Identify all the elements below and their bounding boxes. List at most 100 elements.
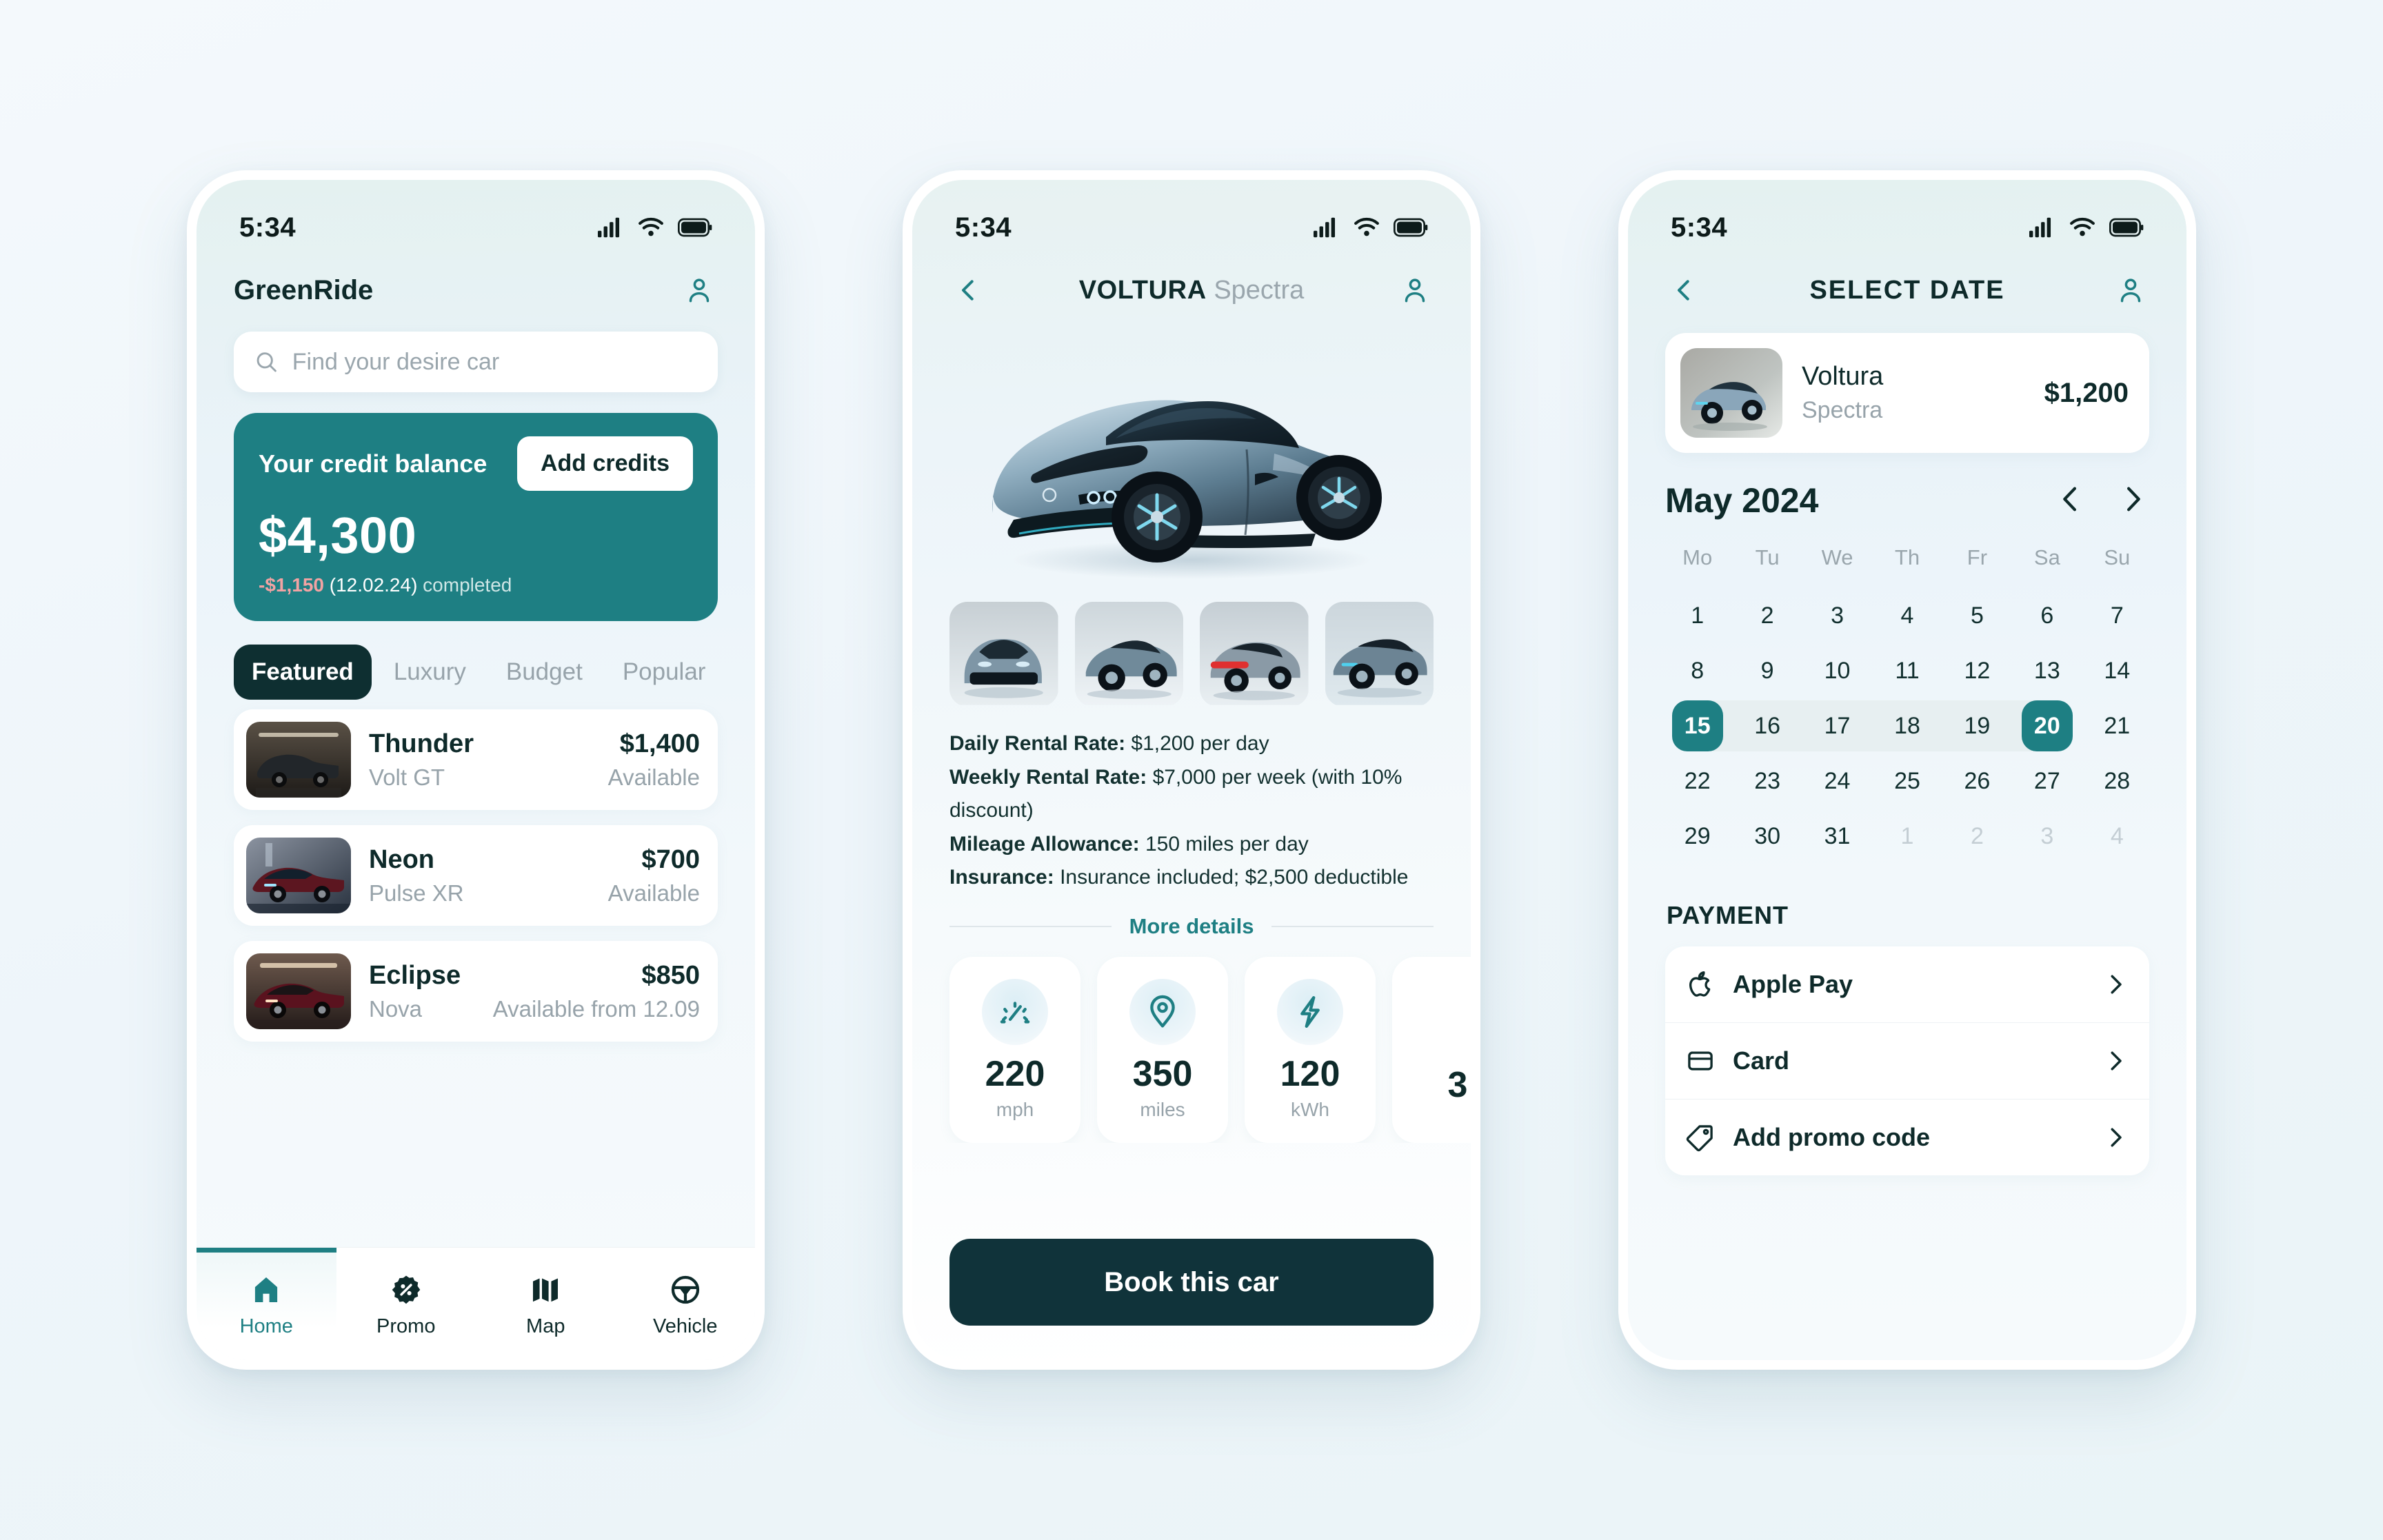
calendar-day[interactable]: 27 — [2012, 753, 2082, 809]
calendar-week-row: 8 9 10 11 12 13 14 — [1662, 643, 2152, 698]
calendar-day[interactable]: 16 — [1732, 698, 1803, 753]
dow-sa: Sa — [2033, 545, 2060, 569]
nav-item-vehicle[interactable]: Vehicle — [616, 1248, 756, 1360]
calendar-day[interactable]: 17 — [1802, 698, 1873, 753]
screen-select-date: 5:34 SELECT DATE Voltura Spectra $1,200 … — [1628, 180, 2186, 1360]
calendar-day[interactable]: 3 — [1802, 588, 1872, 643]
signal-bars-icon — [598, 217, 620, 238]
calendar-prev-button[interactable] — [2054, 483, 2086, 518]
screen-home: 5:34 GreenRide Find your desire car Your… — [197, 180, 755, 1360]
spec-cards: 220 mph 350 miles 120 kWh 3 — [912, 939, 1471, 1143]
detail-label: Daily Rental Rate: — [949, 732, 1126, 755]
car-model-title: Spectra — [1214, 275, 1305, 305]
gallery-thumb-side[interactable] — [1325, 602, 1434, 707]
signal-bars-icon — [2029, 217, 2051, 238]
calendar-day[interactable]: 14 — [2082, 643, 2152, 698]
car-model: Volt GT — [369, 764, 445, 790]
calendar-day[interactable]: 30 — [1732, 809, 1802, 864]
phone-select-date: 5:34 SELECT DATE Voltura Spectra $1,200 … — [1618, 170, 2196, 1370]
calendar-day[interactable]: 6 — [2012, 588, 2082, 643]
car-thumbnail — [246, 722, 351, 798]
calendar-day[interactable]: 1 — [1662, 588, 1732, 643]
calendar-day[interactable]: 4 — [1872, 588, 1942, 643]
calendar-day[interactable]: 19 — [1942, 698, 2013, 753]
list-item[interactable]: Neon $700 Pulse XR Available — [234, 825, 718, 926]
calendar-day[interactable]: 13 — [2012, 643, 2082, 698]
tab-popular[interactable]: Popular — [605, 645, 724, 700]
profile-button[interactable] — [1396, 272, 1434, 309]
calendar-day-next-month[interactable]: 3 — [2012, 809, 2082, 864]
chevron-right-icon — [2111, 1128, 2122, 1147]
calendar-day-selected-start[interactable]: 15 — [1662, 698, 1733, 753]
detail-value: Insurance included; $2,500 deductible — [1060, 866, 1409, 889]
search-input[interactable] — [292, 348, 697, 376]
book-this-car-button[interactable]: Book this car — [949, 1239, 1434, 1326]
calendar-day[interactable]: 21 — [2082, 698, 2152, 753]
list-item[interactable]: Eclipse $850 Nova Available from 12.09 — [234, 941, 718, 1042]
divider-line-right — [1271, 925, 1434, 927]
calendar-day[interactable]: 25 — [1872, 753, 1942, 809]
nav-label: Map — [526, 1315, 565, 1337]
battery-icon — [2109, 218, 2144, 237]
summary-car-name: Voltura — [1802, 362, 1884, 391]
calendar-day[interactable]: 29 — [1662, 809, 1732, 864]
calendar-day[interactable]: 9 — [1732, 643, 1802, 698]
calendar-day[interactable]: 5 — [1942, 588, 2012, 643]
list-item[interactable]: Thunder $1,400 Volt GT Available — [234, 709, 718, 810]
tab-featured[interactable]: Featured — [234, 645, 372, 700]
calendar-day[interactable]: 24 — [1802, 753, 1872, 809]
back-button[interactable] — [949, 272, 987, 309]
nav-item-promo[interactable]: Promo — [336, 1248, 476, 1360]
calendar-day[interactable]: 7 — [2082, 588, 2152, 643]
calendar-day[interactable]: 26 — [1942, 753, 2012, 809]
category-tabs: Featured Luxury Budget Popular — [197, 621, 755, 700]
calendar-day[interactable]: 31 — [1802, 809, 1872, 864]
tab-budget[interactable]: Budget — [488, 645, 601, 700]
spec-card-partial: 3 — [1392, 956, 1471, 1143]
payment-option-apple-pay[interactable]: Apple Pay — [1665, 946, 2149, 1023]
calendar-day[interactable]: 2 — [1732, 588, 1802, 643]
calendar-day[interactable]: 18 — [1872, 698, 1943, 753]
status-icons — [598, 217, 712, 238]
gallery-thumb-front[interactable] — [949, 602, 1058, 707]
calendar-header: May 2024 — [1628, 453, 2186, 520]
calendar-grid: Mo Tu We Th Fr Sa Su 1 2 3 4 5 6 7 8 9 1… — [1628, 520, 2186, 864]
tab-luxury[interactable]: Luxury — [376, 645, 484, 700]
nav-item-map[interactable]: Map — [476, 1248, 616, 1360]
credit-transaction: -$1,150 (12.02.24) completed — [259, 574, 693, 596]
more-details-link[interactable]: More details — [1129, 914, 1254, 939]
calendar-day[interactable]: 8 — [1662, 643, 1732, 698]
calendar-day[interactable]: 28 — [2082, 753, 2152, 809]
back-button[interactable] — [1665, 272, 1702, 309]
spec-value: 120 — [1280, 1053, 1340, 1094]
nav-label: Vehicle — [652, 1315, 718, 1337]
car-side-thumb-image — [1325, 602, 1434, 705]
calendar-day-next-month[interactable]: 2 — [1942, 809, 2012, 864]
spec-card-top-speed: 220 mph — [949, 956, 1080, 1143]
detail-value: $1,200 per day — [1131, 732, 1269, 755]
calendar-next-button[interactable] — [2118, 483, 2149, 518]
nav-item-home[interactable]: Home — [197, 1248, 336, 1360]
calendar-day-next-month[interactable]: 4 — [2082, 809, 2152, 864]
dow-su: Su — [2104, 545, 2131, 569]
calendar-day-selected-end[interactable]: 20 — [2012, 698, 2082, 753]
calendar-day[interactable]: 12 — [1942, 643, 2012, 698]
calendar-day[interactable]: 10 — [1802, 643, 1872, 698]
calendar-day[interactable]: 23 — [1732, 753, 1802, 809]
calendar-day-next-month[interactable]: 1 — [1872, 809, 1942, 864]
car-price: $850 — [641, 960, 700, 990]
add-credits-button[interactable]: Add credits — [516, 436, 693, 491]
payment-option-card[interactable]: Card — [1665, 1023, 2149, 1100]
search-bar[interactable] — [234, 332, 718, 392]
profile-button[interactable] — [681, 272, 718, 309]
payment-option-promo-code[interactable]: Add promo code — [1665, 1100, 2149, 1175]
gallery-thumb-rear[interactable] — [1200, 602, 1309, 707]
profile-button[interactable] — [2112, 272, 2149, 309]
calendar-day[interactable]: 22 — [1662, 753, 1732, 809]
dow-we: We — [1821, 545, 1853, 569]
gallery-thumb-three-quarter[interactable] — [1074, 602, 1183, 707]
calendar-day[interactable]: 11 — [1872, 643, 1942, 698]
car-summary-image — [1680, 348, 1782, 438]
divider-line-left — [949, 925, 1112, 927]
detail-value: 150 miles per day — [1145, 832, 1309, 855]
